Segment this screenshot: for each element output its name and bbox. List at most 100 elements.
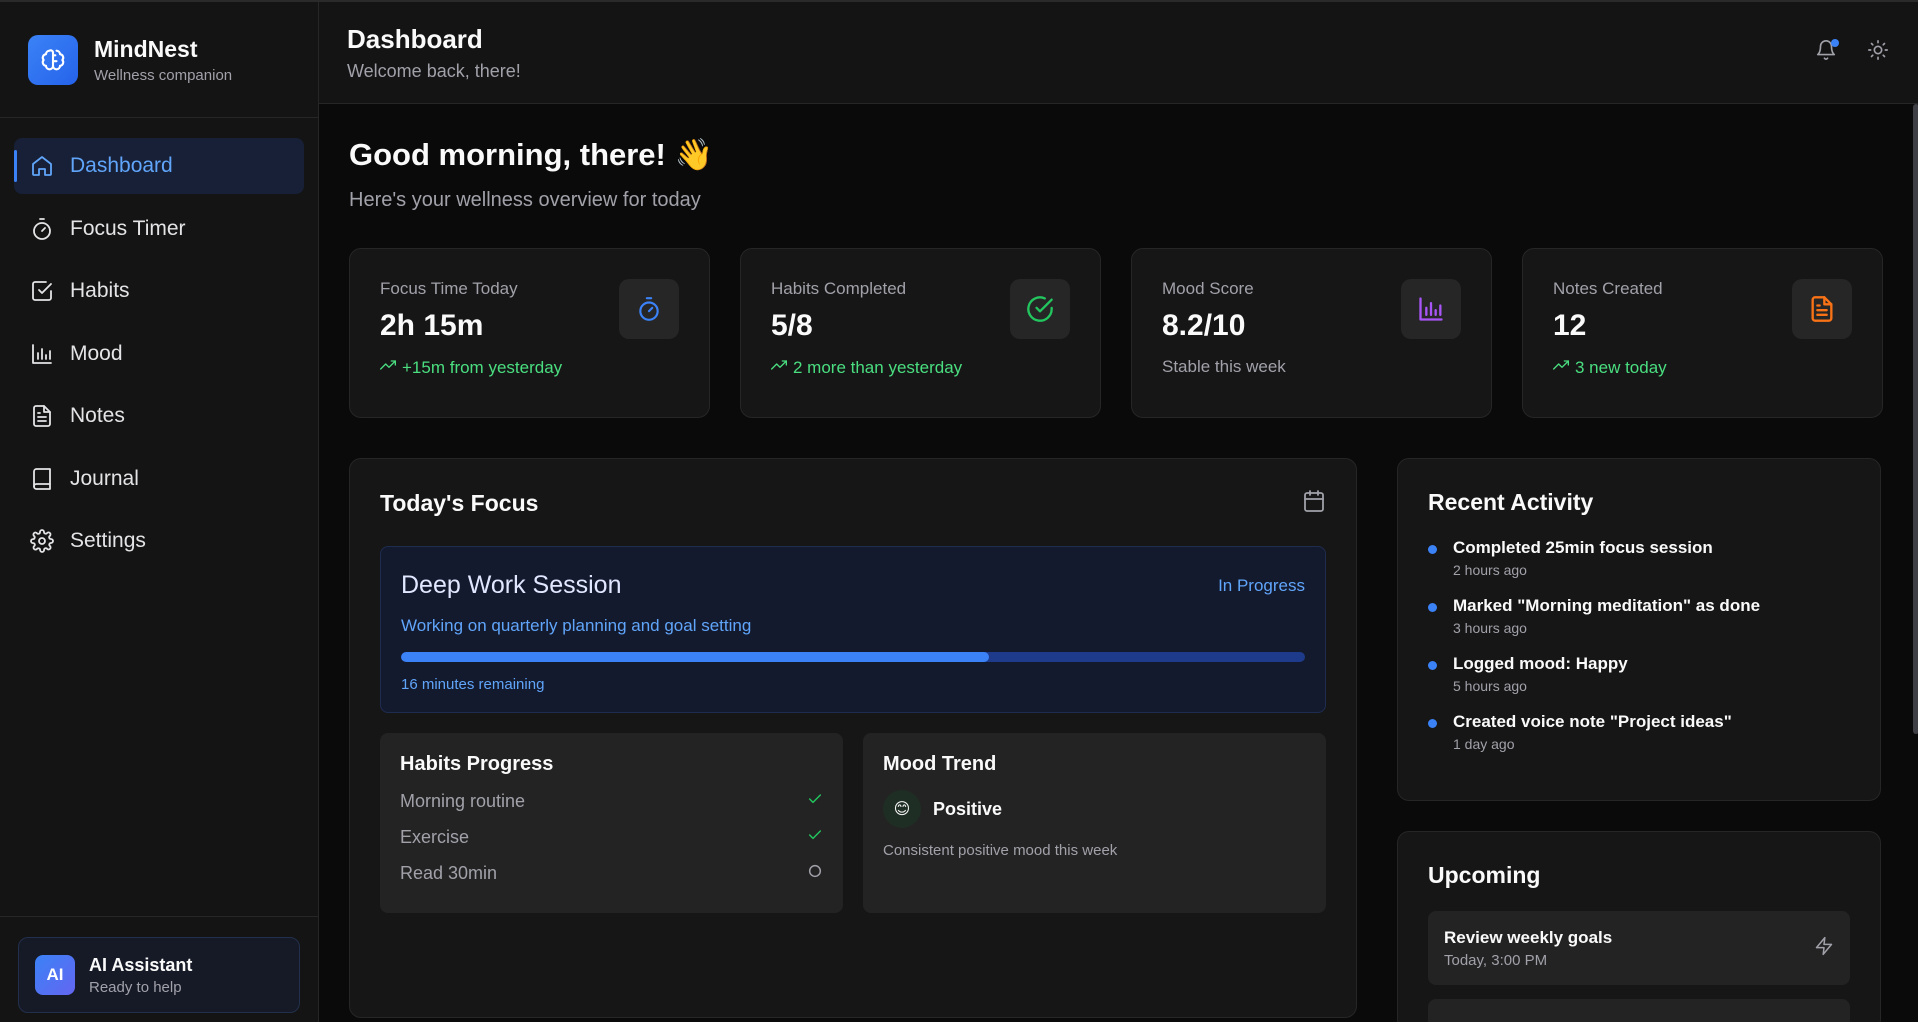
brand-name: MindNest bbox=[94, 35, 198, 62]
habits-progress-card: Habits Progress Morning routine Exercise… bbox=[380, 733, 843, 913]
activity-item: Completed 25min focus session 2 hours ag… bbox=[1428, 538, 1850, 578]
habit-row[interactable]: Morning routine bbox=[400, 791, 823, 812]
deep-work-session-card[interactable]: Deep Work Session In Progress Working on… bbox=[380, 546, 1326, 713]
sidebar-item-label: Habits bbox=[70, 279, 130, 302]
upcoming-item[interactable]: Review weekly goals Today, 3:00 PM bbox=[1428, 911, 1850, 985]
app-root: MindNest Wellness companion Dashboard Fo… bbox=[0, 0, 1918, 1022]
session-progress-bar bbox=[401, 652, 1305, 662]
lightning-icon bbox=[1814, 936, 1834, 961]
right-column: Recent Activity Completed 25min focus se… bbox=[1397, 458, 1881, 1022]
dashboard-grid: Today's Focus Deep Work Session In Progr… bbox=[349, 458, 1883, 1022]
topbar: Dashboard Welcome back, there! bbox=[319, 2, 1918, 104]
stat-card-notes: Notes Created 12 3 new today bbox=[1522, 248, 1883, 418]
sidebar-item-dashboard[interactable]: Dashboard bbox=[14, 138, 304, 194]
habit-row[interactable]: Read 30min bbox=[400, 863, 823, 884]
gear-icon bbox=[30, 529, 54, 553]
activity-item: Created voice note "Project ideas" 1 day… bbox=[1428, 712, 1850, 752]
activity-dot bbox=[1428, 603, 1437, 612]
habit-row[interactable]: Exercise bbox=[400, 827, 823, 848]
stat-card-focus-time: Focus Time Today 2h 15m +15m from yester… bbox=[349, 248, 710, 418]
sidebar-item-label: Mood bbox=[70, 341, 123, 365]
notifications-button[interactable] bbox=[1813, 38, 1839, 66]
smile-icon: 😊 bbox=[883, 790, 921, 828]
sidebar: MindNest Wellness companion Dashboard Fo… bbox=[0, 2, 319, 1022]
main: Dashboard Welcome back, there! Good morn… bbox=[319, 2, 1918, 1022]
sidebar-item-journal[interactable]: Journal bbox=[14, 451, 304, 507]
ai-assistant-title: AI Assistant bbox=[89, 954, 193, 975]
page-title: Dashboard bbox=[347, 23, 483, 54]
activity-dot bbox=[1428, 545, 1437, 554]
book-icon bbox=[30, 467, 54, 491]
mood-trend-card: Mood Trend 😊 Positive Consistent positiv… bbox=[863, 733, 1326, 913]
stat-change: 2 more than yesterday bbox=[771, 357, 1070, 378]
sidebar-item-settings[interactable]: Settings bbox=[14, 513, 304, 569]
sidebar-item-label: Dashboard bbox=[70, 154, 173, 177]
sun-icon bbox=[1867, 39, 1889, 66]
check-icon bbox=[807, 827, 823, 848]
trending-up-icon bbox=[1553, 357, 1569, 378]
activity-dot bbox=[1428, 719, 1437, 728]
greeting-title: Good morning, there! 👋 bbox=[349, 137, 714, 172]
checkbox-icon bbox=[30, 279, 54, 303]
bar-chart-icon bbox=[1401, 279, 1461, 339]
upcoming-panel: Upcoming Review weekly goals Today, 3:00… bbox=[1397, 831, 1881, 1022]
calendar-icon[interactable] bbox=[1302, 489, 1326, 518]
timer-icon bbox=[30, 217, 54, 241]
home-icon bbox=[30, 154, 54, 178]
greeting-subtitle: Here's your wellness overview for today bbox=[349, 189, 701, 211]
sidebar-item-label: Focus Timer bbox=[70, 216, 186, 240]
stat-change: +15m from yesterday bbox=[380, 357, 679, 378]
stat-change: Stable this week bbox=[1162, 357, 1286, 376]
recent-activity-panel: Recent Activity Completed 25min focus se… bbox=[1397, 458, 1881, 801]
panel-title: Today's Focus bbox=[380, 490, 539, 516]
dashboard-content: Good morning, there! 👋 Here's your welln… bbox=[319, 104, 1918, 1022]
brand-tagline: Wellness companion bbox=[94, 66, 233, 84]
brand: MindNest Wellness companion bbox=[0, 2, 318, 118]
empty-circle-icon bbox=[807, 863, 823, 884]
notification-dot bbox=[1831, 38, 1839, 47]
stat-card-habits: Habits Completed 5/8 2 more than yesterd… bbox=[740, 248, 1101, 418]
sidebar-item-label: Journal bbox=[70, 466, 139, 490]
theme-toggle-button[interactable] bbox=[1865, 40, 1891, 66]
brain-icon bbox=[28, 34, 78, 85]
panel-title: Upcoming bbox=[1428, 862, 1541, 888]
trending-up-icon bbox=[380, 357, 396, 378]
stats-row: Focus Time Today 2h 15m +15m from yester… bbox=[349, 248, 1883, 418]
assistant-section: AI AI Assistant Ready to help bbox=[0, 916, 318, 1022]
timer-icon bbox=[619, 279, 679, 339]
bar-chart-icon bbox=[30, 342, 54, 366]
panel-title: Recent Activity bbox=[1428, 489, 1594, 515]
sidebar-item-focus-timer[interactable]: Focus Timer bbox=[14, 201, 304, 257]
todays-focus-panel: Today's Focus Deep Work Session In Progr… bbox=[349, 458, 1357, 1018]
check-icon bbox=[807, 791, 823, 812]
activity-item: Logged mood: Happy 5 hours ago bbox=[1428, 654, 1850, 694]
activity-dot bbox=[1428, 661, 1437, 670]
session-status: In Progress bbox=[1218, 575, 1305, 595]
mood-trend-title: Mood Trend bbox=[883, 753, 997, 775]
check-circle-icon bbox=[1010, 279, 1070, 339]
mood-description: Consistent positive mood this week bbox=[883, 842, 1118, 859]
sidebar-item-habits[interactable]: Habits bbox=[14, 263, 304, 319]
mood-label: Positive bbox=[933, 798, 1003, 819]
document-icon bbox=[30, 404, 54, 428]
sidebar-item-label: Notes bbox=[70, 404, 125, 427]
trending-up-icon bbox=[771, 357, 787, 378]
session-title: Deep Work Session bbox=[401, 571, 622, 599]
sidebar-item-mood[interactable]: Mood bbox=[14, 326, 304, 382]
session-remaining: 16 minutes remaining bbox=[401, 676, 545, 693]
stat-change: 3 new today bbox=[1553, 357, 1852, 378]
session-description: Working on quarterly planning and goal s… bbox=[401, 616, 752, 635]
session-progress-fill bbox=[401, 652, 989, 662]
sidebar-item-notes[interactable]: Notes bbox=[14, 388, 304, 444]
stat-card-mood: Mood Score 8.2/10 Stable this week bbox=[1131, 248, 1492, 418]
ai-assistant-status: Ready to help bbox=[89, 978, 182, 996]
ai-assistant-button[interactable]: AI AI Assistant Ready to help bbox=[18, 937, 300, 1013]
sidebar-item-label: Settings bbox=[70, 529, 146, 552]
habits-progress-title: Habits Progress bbox=[400, 753, 554, 775]
sidebar-nav: Dashboard Focus Timer Habits Mood Notes … bbox=[0, 118, 318, 596]
top-actions bbox=[1813, 38, 1891, 66]
document-icon bbox=[1792, 279, 1852, 339]
upcoming-item[interactable] bbox=[1428, 999, 1850, 1022]
page-subtitle: Welcome back, there! bbox=[347, 60, 521, 81]
activity-item: Marked "Morning meditation" as done 3 ho… bbox=[1428, 596, 1850, 636]
